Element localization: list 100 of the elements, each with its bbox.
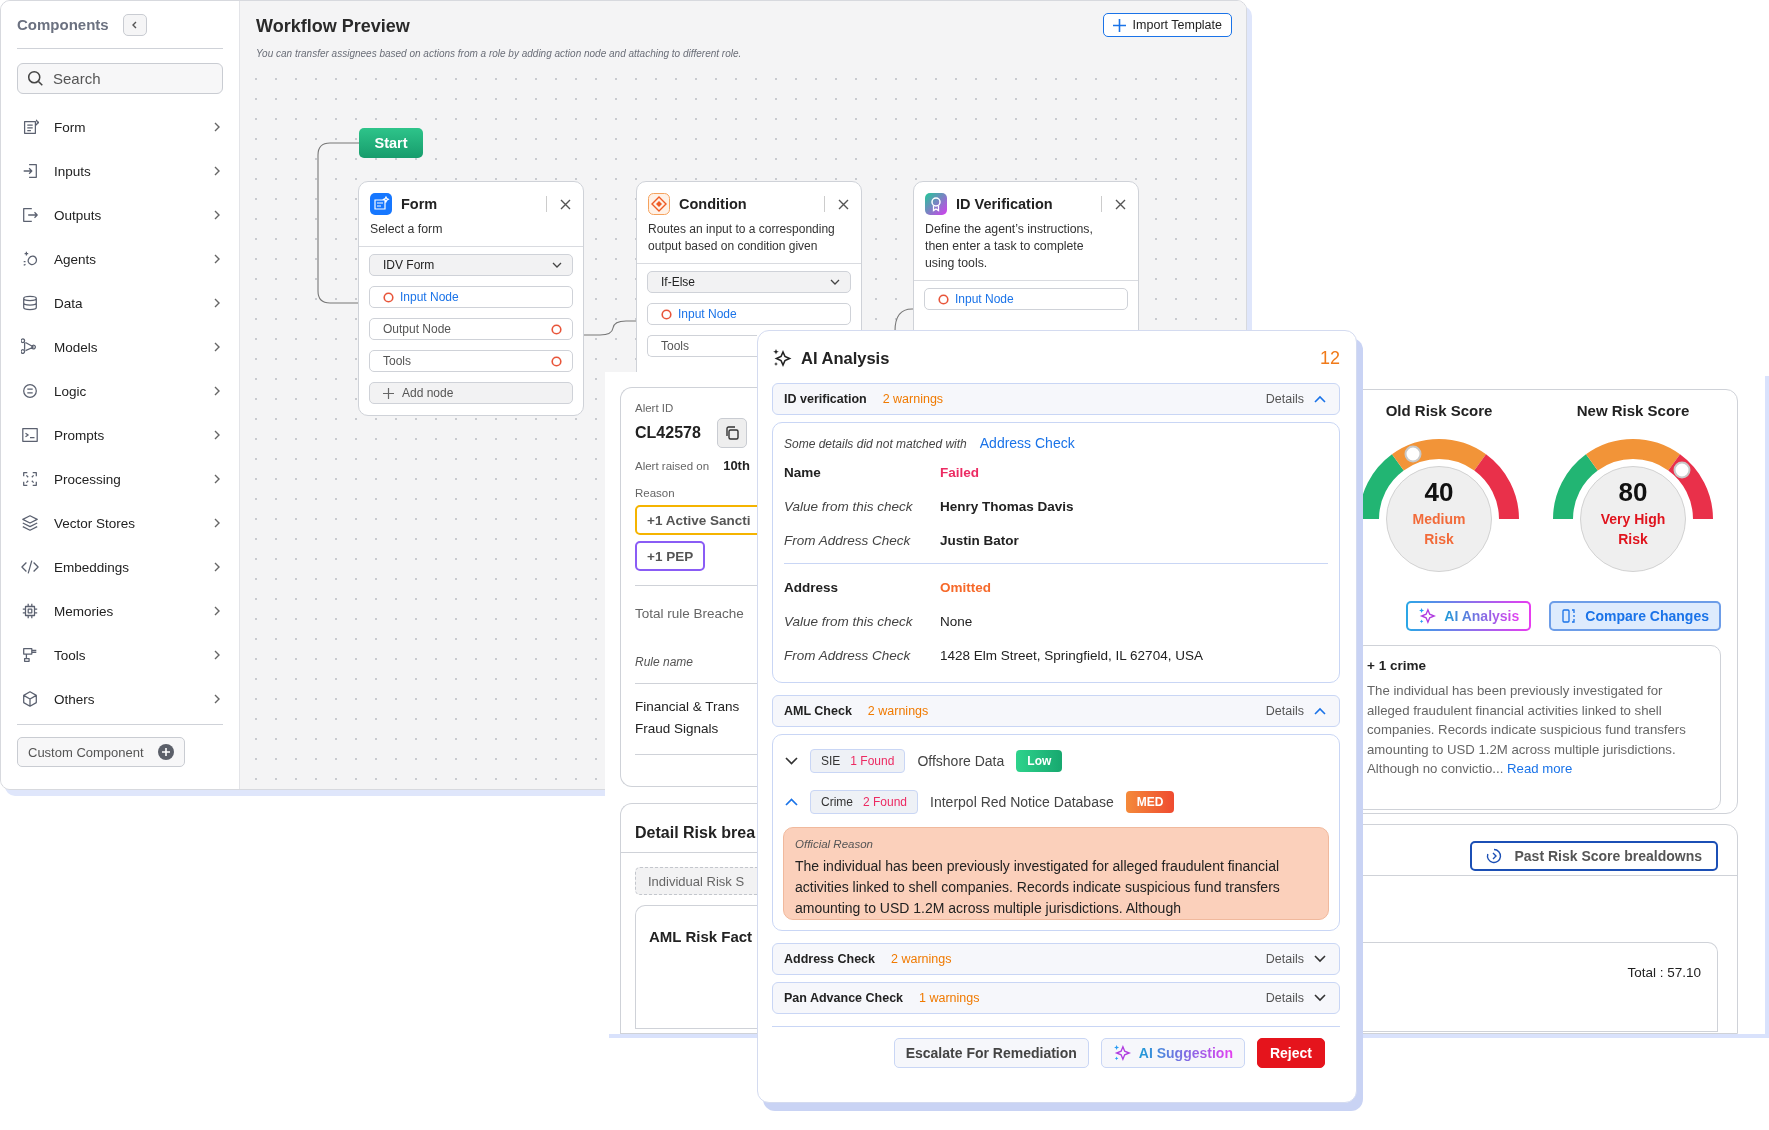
alert-id: CL42578 [635,424,701,442]
field-label: Reason [635,487,676,499]
sidebar-item[interactable]: Prompts [17,413,223,457]
chevron-icon [213,386,221,396]
escalate-button[interactable]: Escalate For Remediation [893,1038,1089,1068]
sidebar-item[interactable]: Vector Stores [17,501,223,545]
risk-level: Very High Risk [1600,510,1666,549]
address-check-link[interactable]: Address Check [979,435,1075,451]
field-value: 10th [723,458,750,473]
chevron-icon [213,606,221,616]
chevron-icon [213,430,221,440]
collapse-button[interactable] [122,13,147,36]
field-value: None [940,613,973,629]
plus-icon [1112,18,1126,32]
sidebar-item[interactable]: Models [17,325,223,369]
sparkle-icon [1418,607,1437,625]
close-icon[interactable] [838,198,849,210]
chevron-icon [1314,707,1326,715]
port-handle-icon[interactable] [661,308,672,320]
database-icon [21,294,39,312]
past-scores-button[interactable]: Past Risk Score brealdowns [1470,841,1718,872]
chip-icon [21,602,39,620]
custom-component-button[interactable]: Custom Component [17,737,185,767]
sidebar-item[interactable]: Memories [17,589,223,633]
crime-title: + 1 crime [1367,658,1427,673]
node-port[interactable]: Tools [369,350,573,372]
node-description: Select a form [359,215,583,247]
expand-icon [21,470,39,488]
section-header[interactable]: ID verification 2 warnings Details [772,383,1340,415]
page-subtitle: You can transfer assignees based on actions from a role by adding action node and attaching to different role. [256,48,742,59]
sidebar-item[interactable]: Outputs [17,193,223,237]
chevron-icon [213,166,221,176]
sidebar-item[interactable]: Logic [17,369,223,413]
cube-icon [21,690,39,708]
port-handle-icon[interactable] [938,293,949,305]
chevron-icon [213,342,221,352]
diamond-icon [648,193,670,215]
warning-count: 12 [1319,347,1340,369]
add-node-button[interactable]: Add node [369,382,573,404]
total-score: Total : 57.10 [1627,965,1701,983]
section-header[interactable]: AML Check 2 warnings Details [772,695,1340,727]
gauge-knob [1673,460,1692,479]
node-select[interactable]: If-Else [647,271,851,293]
database-name: Interpol Red Notice Database [930,794,1114,810]
ai-suggestion-button[interactable]: AI Suggestion [1100,1038,1245,1068]
chevron-icon [1314,994,1326,1002]
gauge-title: Old Risk Score [1385,402,1493,419]
check-status: Failed [940,464,979,480]
port-handle-icon[interactable] [551,355,562,367]
compare-button[interactable]: Compare Changes [1549,601,1721,631]
section-header[interactable]: Address Check 2 warnings Details [772,943,1340,975]
node-port[interactable]: Output Node [369,318,573,340]
read-more-link[interactable]: Read more [1507,761,1573,776]
score-value: 40 [1424,477,1454,508]
field-label: Value from this check [784,613,914,629]
form-icon [370,193,392,215]
node-port[interactable]: Input Node [369,286,573,308]
chevron-icon[interactable] [785,757,798,765]
node-port[interactable]: Tools [647,335,757,357]
node-port[interactable]: Input Node [924,288,1128,310]
field-value: Henry Thomas Davis [940,498,1074,514]
chevron-icon [213,298,221,308]
sidebar-item[interactable]: Others [17,677,223,721]
sign-in-icon [21,162,39,180]
ai-analysis-button[interactable]: AI Analysis [1406,601,1532,631]
crime-description: The individual has been previously investigated for alleged fraudulent financial activities linked to shell companies. Records indicate suspicious fund transfers amounting to USD 1.2M across multiple jurisdictions. Although no convictio... Read more [1367,682,1687,778]
column-header: Rule name [635,655,695,669]
node-port[interactable]: Input Node [647,303,851,325]
search-icon [27,70,44,87]
close-icon[interactable] [1115,198,1126,210]
field-label: Total rule Breache [635,606,745,621]
reject-button[interactable]: Reject [1256,1038,1325,1068]
source-chip: SIE 1 Found [810,749,906,773]
field-label: Alert raised on [635,460,710,472]
sidebar-item[interactable]: Embeddings [17,545,223,589]
sidebar-item[interactable]: Processing [17,457,223,501]
database-name: Offshore Data [917,753,1005,769]
branch-icon [21,338,39,356]
risk-tab[interactable]: Individual Risk S [635,867,757,895]
copy-button[interactable] [716,418,747,448]
section-header[interactable]: Pan Advance Check 1 warnings Details [772,982,1340,1014]
sidebar-item[interactable]: Data [17,281,223,325]
intro-text: Some details did not matched with [784,437,967,451]
sidebar-item[interactable]: Tools [17,633,223,677]
severity-tag: Low [1016,750,1063,772]
tool-icon [21,646,39,664]
sidebar-item[interactable]: Inputs [17,149,223,193]
port-handle-icon[interactable] [551,323,562,335]
search-field[interactable]: Search [17,63,223,94]
field-label: Value from this check [784,498,914,514]
chevron-icon [213,562,221,572]
node-select[interactable]: IDV Form [369,254,573,276]
sidebar-item[interactable]: Form [17,105,223,149]
code-icon [21,558,39,576]
close-icon[interactable] [560,198,571,210]
import-template-button[interactable]: Import Template [1102,13,1232,37]
plus-icon [383,387,394,399]
port-handle-icon[interactable] [383,291,394,303]
sidebar-item[interactable]: Agents [17,237,223,281]
risk-level: Medium Risk [1412,510,1466,549]
